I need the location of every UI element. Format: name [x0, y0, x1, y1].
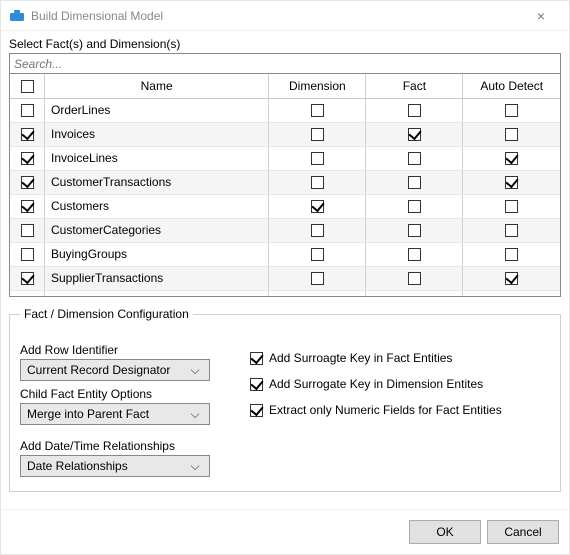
row-name: Customers [45, 194, 269, 218]
window-title: Build Dimensional Model [31, 9, 163, 23]
row-auto-checkbox[interactable] [505, 248, 518, 261]
select-all-checkbox[interactable] [21, 80, 34, 93]
row-select-checkbox[interactable] [21, 176, 34, 189]
table-row: CustomerTransactions [10, 170, 560, 194]
table-row: Customers [10, 194, 560, 218]
row-fact-checkbox[interactable] [408, 248, 421, 261]
col-header-fact[interactable]: Fact [366, 74, 463, 98]
datetime-value: Date Relationships [27, 459, 187, 473]
close-icon[interactable]: × [521, 8, 561, 24]
table-row: SupplierTransactions [10, 266, 560, 290]
row-select-checkbox[interactable] [21, 104, 34, 117]
row-name: CustomerTransactions [45, 170, 269, 194]
row-fact-checkbox[interactable] [408, 104, 421, 117]
ok-button[interactable]: OK [409, 520, 481, 544]
row-select-checkbox[interactable] [21, 272, 34, 285]
dialog-footer: OK Cancel [1, 509, 569, 554]
col-header-auto[interactable]: Auto Detect [463, 74, 560, 98]
row-dimension-checkbox[interactable] [311, 272, 324, 285]
col-header-name[interactable]: Name [45, 74, 269, 98]
row-dimension-checkbox[interactable] [311, 176, 324, 189]
row-dimension-checkbox[interactable] [311, 248, 324, 261]
row-fact-checkbox[interactable] [408, 152, 421, 165]
selection-label: Select Fact(s) and Dimension(s) [9, 37, 561, 51]
row-auto-checkbox[interactable] [505, 152, 518, 165]
table-row: OrderLines [10, 98, 560, 122]
row-auto-checkbox[interactable] [505, 104, 518, 117]
row-fact-checkbox[interactable] [408, 200, 421, 213]
opt-surrogate-fact-checkbox[interactable] [250, 352, 263, 365]
dialog-window: Build Dimensional Model × Select Fact(s)… [0, 0, 570, 555]
add-row-id-value: Current Record Designator [27, 363, 187, 377]
cancel-button[interactable]: Cancel [487, 520, 559, 544]
row-fact-checkbox[interactable] [408, 224, 421, 237]
chevron-down-icon: ⌵ [187, 459, 203, 474]
row-name: BuyingGroups [45, 242, 269, 266]
row-dimension-checkbox[interactable] [311, 104, 324, 117]
row-select-checkbox[interactable] [21, 248, 34, 261]
row-auto-checkbox[interactable] [505, 224, 518, 237]
row-name: CustomerCategories [45, 218, 269, 242]
app-icon [9, 9, 25, 23]
row-select-checkbox[interactable] [21, 224, 34, 237]
grid-scroll[interactable]: Name Dimension Fact Auto Detect OrderLin… [10, 74, 560, 296]
row-auto-checkbox[interactable] [505, 200, 518, 213]
config-group: Fact / Dimension Configuration Add Row I… [9, 307, 561, 492]
opt-numeric-only-label: Extract only Numeric Fields for Fact Ent… [269, 403, 502, 417]
row-name: InvoiceLines [45, 146, 269, 170]
opt-surrogate-dimension-checkbox[interactable] [250, 378, 263, 391]
table-row: Invoices [10, 122, 560, 146]
child-fact-label: Child Fact Entity Options [20, 387, 220, 401]
row-auto-checkbox[interactable] [505, 128, 518, 141]
table-row: CustomerCategories [10, 218, 560, 242]
row-dimension-checkbox[interactable] [311, 224, 324, 237]
row-fact-checkbox[interactable] [408, 272, 421, 285]
table-row: BuyingGroups [10, 242, 560, 266]
child-fact-combo[interactable]: Merge into Parent Fact ⌵ [20, 403, 210, 425]
row-dimension-checkbox[interactable] [311, 128, 324, 141]
add-row-id-combo[interactable]: Current Record Designator ⌵ [20, 359, 210, 381]
row-dimension-checkbox[interactable] [311, 200, 324, 213]
row-auto-checkbox[interactable] [505, 272, 518, 285]
datetime-combo[interactable]: Date Relationships ⌵ [20, 455, 210, 477]
row-name: Invoices [45, 122, 269, 146]
chevron-down-icon: ⌵ [187, 407, 203, 422]
col-header-dimension[interactable]: Dimension [269, 74, 366, 98]
row-name: SupplierTransactions [45, 266, 269, 290]
row-fact-checkbox[interactable] [408, 128, 421, 141]
search-input[interactable] [9, 53, 561, 73]
row-fact-checkbox[interactable] [408, 176, 421, 189]
config-legend: Fact / Dimension Configuration [20, 307, 193, 321]
row-name: Suppliers [45, 290, 269, 296]
add-row-id-label: Add Row Identifier [20, 343, 220, 357]
table-row: Suppliers [10, 290, 560, 296]
opt-numeric-only-checkbox[interactable] [250, 404, 263, 417]
child-fact-value: Merge into Parent Fact [27, 407, 187, 421]
titlebar: Build Dimensional Model × [1, 1, 569, 31]
row-select-checkbox[interactable] [21, 152, 34, 165]
datetime-label: Add Date/Time Relationships [20, 439, 220, 453]
row-name: OrderLines [45, 98, 269, 122]
row-select-checkbox[interactable] [21, 128, 34, 141]
chevron-down-icon: ⌵ [187, 363, 203, 378]
row-dimension-checkbox[interactable] [311, 152, 324, 165]
opt-surrogate-dimension-label: Add Surrogate Key in Dimension Entites [269, 377, 483, 391]
row-select-checkbox[interactable] [21, 200, 34, 213]
entity-grid: Name Dimension Fact Auto Detect OrderLin… [9, 73, 561, 297]
row-auto-checkbox[interactable] [505, 176, 518, 189]
opt-surrogate-fact-label: Add Surroagte Key in Fact Entities [269, 351, 452, 365]
table-row: InvoiceLines [10, 146, 560, 170]
